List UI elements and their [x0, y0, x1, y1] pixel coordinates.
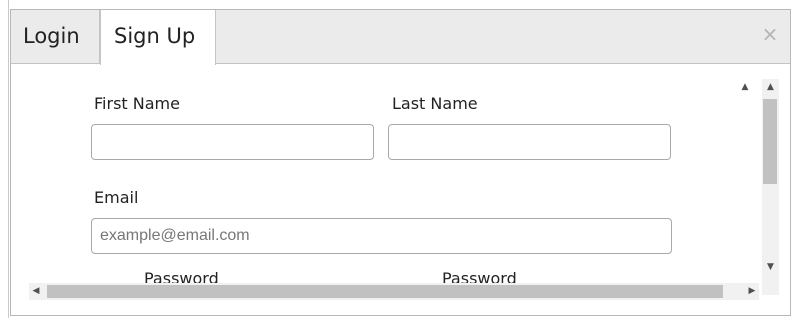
- last-name-input[interactable]: [388, 124, 671, 160]
- email-input[interactable]: example@email.com: [91, 218, 672, 254]
- vertical-scroll-thumb[interactable]: [763, 99, 777, 184]
- horizontal-scrollbar[interactable]: ◀ ▶: [29, 283, 759, 300]
- vertical-scrollbar[interactable]: ▲ ▼: [762, 79, 779, 295]
- first-name-input[interactable]: [91, 124, 374, 160]
- last-name-label: Last Name: [392, 94, 478, 113]
- close-icon[interactable]: ×: [760, 22, 780, 46]
- tab-sign-up[interactable]: Sign Up: [100, 10, 216, 65]
- email-label: Email: [94, 188, 139, 207]
- scroll-right-arrow-icon[interactable]: ▶: [745, 283, 759, 300]
- scroll-down-arrow-icon[interactable]: ▼: [762, 261, 779, 273]
- scroll-left-arrow-icon[interactable]: ◀: [29, 283, 43, 300]
- tab-bar: Login Sign Up ×: [11, 10, 790, 65]
- auth-dialog: Login Sign Up × First Name Last Name Ema…: [10, 9, 791, 316]
- scroll-up-arrow-icon[interactable]: ▲: [762, 81, 779, 93]
- tab-login[interactable]: Login: [11, 10, 100, 64]
- horizontal-scroll-thumb[interactable]: [47, 285, 723, 298]
- first-name-label: First Name: [94, 94, 180, 113]
- outer-scroll-up-arrow-icon[interactable]: ▲: [739, 81, 751, 93]
- window-edge: [0, 0, 10, 318]
- sign-up-form: First Name Last Name Email example@email…: [11, 64, 761, 288]
